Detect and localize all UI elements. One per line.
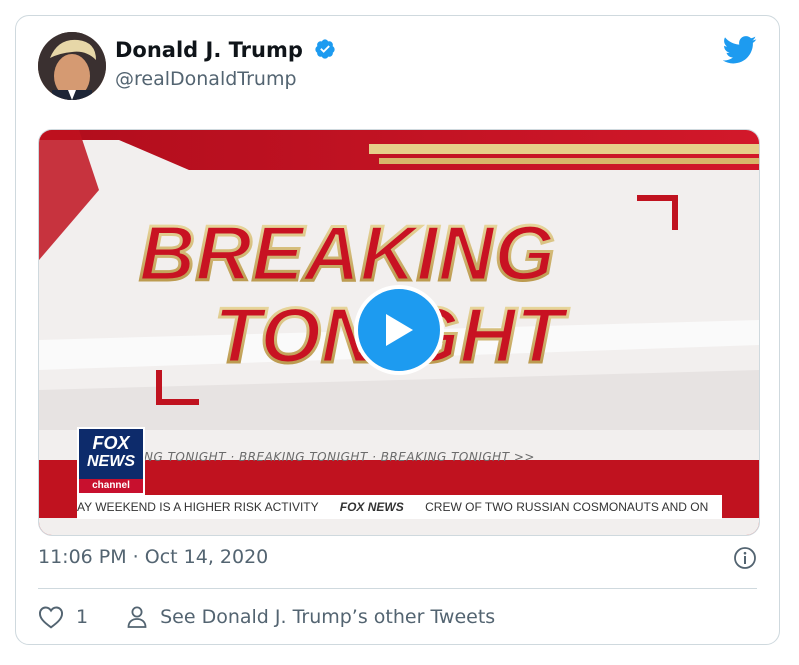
headline-line1: BREAKING	[139, 209, 555, 297]
ticker-bottom-left: AY WEEKEND IS A HIGHER RISK ACTIVITY	[77, 500, 319, 514]
ticker-bottom-brand: FOX NEWS	[339, 500, 404, 514]
author-name-text[interactable]: Donald J. Trump	[115, 38, 303, 62]
logo-line1: FOX	[92, 433, 130, 453]
ticker-top-text: NG TONIGHT · BREAKING TONIGHT · BREAKING…	[144, 450, 535, 464]
tweet-card[interactable]: Donald J. Trump @realDonaldTrump BREAKIN…	[15, 15, 780, 645]
see-other-tweets-label[interactable]: See Donald J. Trump’s other Tweets	[160, 606, 495, 628]
logo-line3: channel	[79, 479, 143, 493]
fox-news-logo: FOX NEWS channel	[77, 427, 145, 495]
ticker-bottom: AY WEEKEND IS A HIGHER RISK ACTIVITY FOX…	[77, 495, 722, 519]
person-icon	[127, 606, 147, 628]
tweet-actions: 1 See Donald J. Trump’s other Tweets	[38, 601, 495, 633]
play-button[interactable]	[354, 285, 444, 375]
author-name[interactable]: Donald J. Trump	[115, 38, 336, 62]
video-thumbnail[interactable]: BREAKING TONIGHT NG TONIGHT · BREAKING T…	[38, 129, 760, 536]
like-button[interactable]: 1	[38, 605, 88, 629]
tweet-timestamp[interactable]: 11:06 PM · Oct 14, 2020	[38, 546, 268, 568]
heart-icon	[38, 606, 64, 629]
author-handle[interactable]: @realDonaldTrump	[115, 68, 297, 90]
like-count: 1	[76, 606, 89, 628]
see-other-tweets-link[interactable]: See Donald J. Trump’s other Tweets	[126, 605, 495, 629]
logo-line2: NEWS	[87, 453, 135, 470]
divider	[38, 588, 757, 589]
verified-badge-icon	[315, 39, 335, 59]
author-avatar[interactable]	[38, 32, 106, 100]
twitter-bird-icon[interactable]	[723, 36, 757, 64]
play-icon	[386, 314, 413, 346]
info-icon[interactable]	[733, 546, 757, 570]
ticker-bottom-right: CREW OF TWO RUSSIAN COSMONAUTS AND ON	[425, 500, 709, 514]
